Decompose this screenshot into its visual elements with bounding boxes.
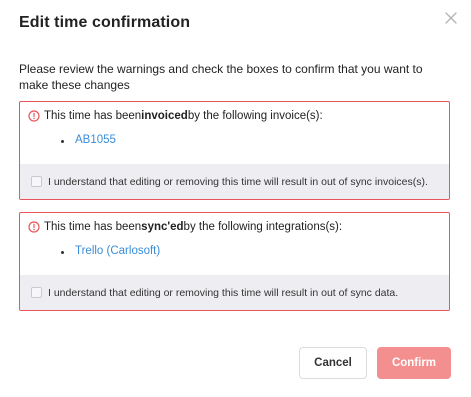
synced-warning-box: This time has been sync'ed by the follow… xyxy=(19,212,450,311)
invoiced-warning-box: This time has been invoiced by the follo… xyxy=(19,101,450,200)
confirm-invoices-label[interactable]: I understand that editing or removing th… xyxy=(48,176,428,188)
confirm-row: I understand that editing or removing th… xyxy=(20,275,449,310)
warning-suffix: by the following invoice(s): xyxy=(187,110,323,122)
invoice-list: AB1055 xyxy=(61,134,116,146)
warning-message: This time has been invoiced by the follo… xyxy=(28,110,323,122)
warning-message: This time has been sync'ed by the follow… xyxy=(28,221,342,233)
edit-time-confirmation-dialog: Edit time confirmation Please review the… xyxy=(0,0,471,397)
warning-keyword: sync'ed xyxy=(141,221,184,233)
confirm-button[interactable]: Confirm xyxy=(377,347,451,379)
confirm-row: I understand that editing or removing th… xyxy=(20,164,449,199)
cancel-button[interactable]: Cancel xyxy=(299,347,367,379)
integration-link[interactable]: Trello (Carlosoft) xyxy=(61,245,160,257)
invoice-link[interactable]: AB1055 xyxy=(61,134,116,146)
warning-keyword: invoiced xyxy=(141,110,188,122)
integration-list: Trello (Carlosoft) xyxy=(61,245,160,257)
warning-prefix: This time has been xyxy=(44,221,142,233)
dialog-title: Edit time confirmation xyxy=(19,14,191,31)
exclamation-circle-icon xyxy=(28,110,40,122)
intro-text: Please review the warnings and check the… xyxy=(19,62,423,92)
warning-prefix: This time has been xyxy=(44,110,142,122)
confirm-sync-label[interactable]: I understand that editing or removing th… xyxy=(48,287,398,299)
warning-suffix: by the following integrations(s): xyxy=(183,221,343,233)
close-icon[interactable] xyxy=(443,10,459,26)
confirm-invoices-checkbox[interactable] xyxy=(31,176,42,187)
confirm-sync-checkbox[interactable] xyxy=(31,287,42,298)
exclamation-circle-icon xyxy=(28,221,40,233)
